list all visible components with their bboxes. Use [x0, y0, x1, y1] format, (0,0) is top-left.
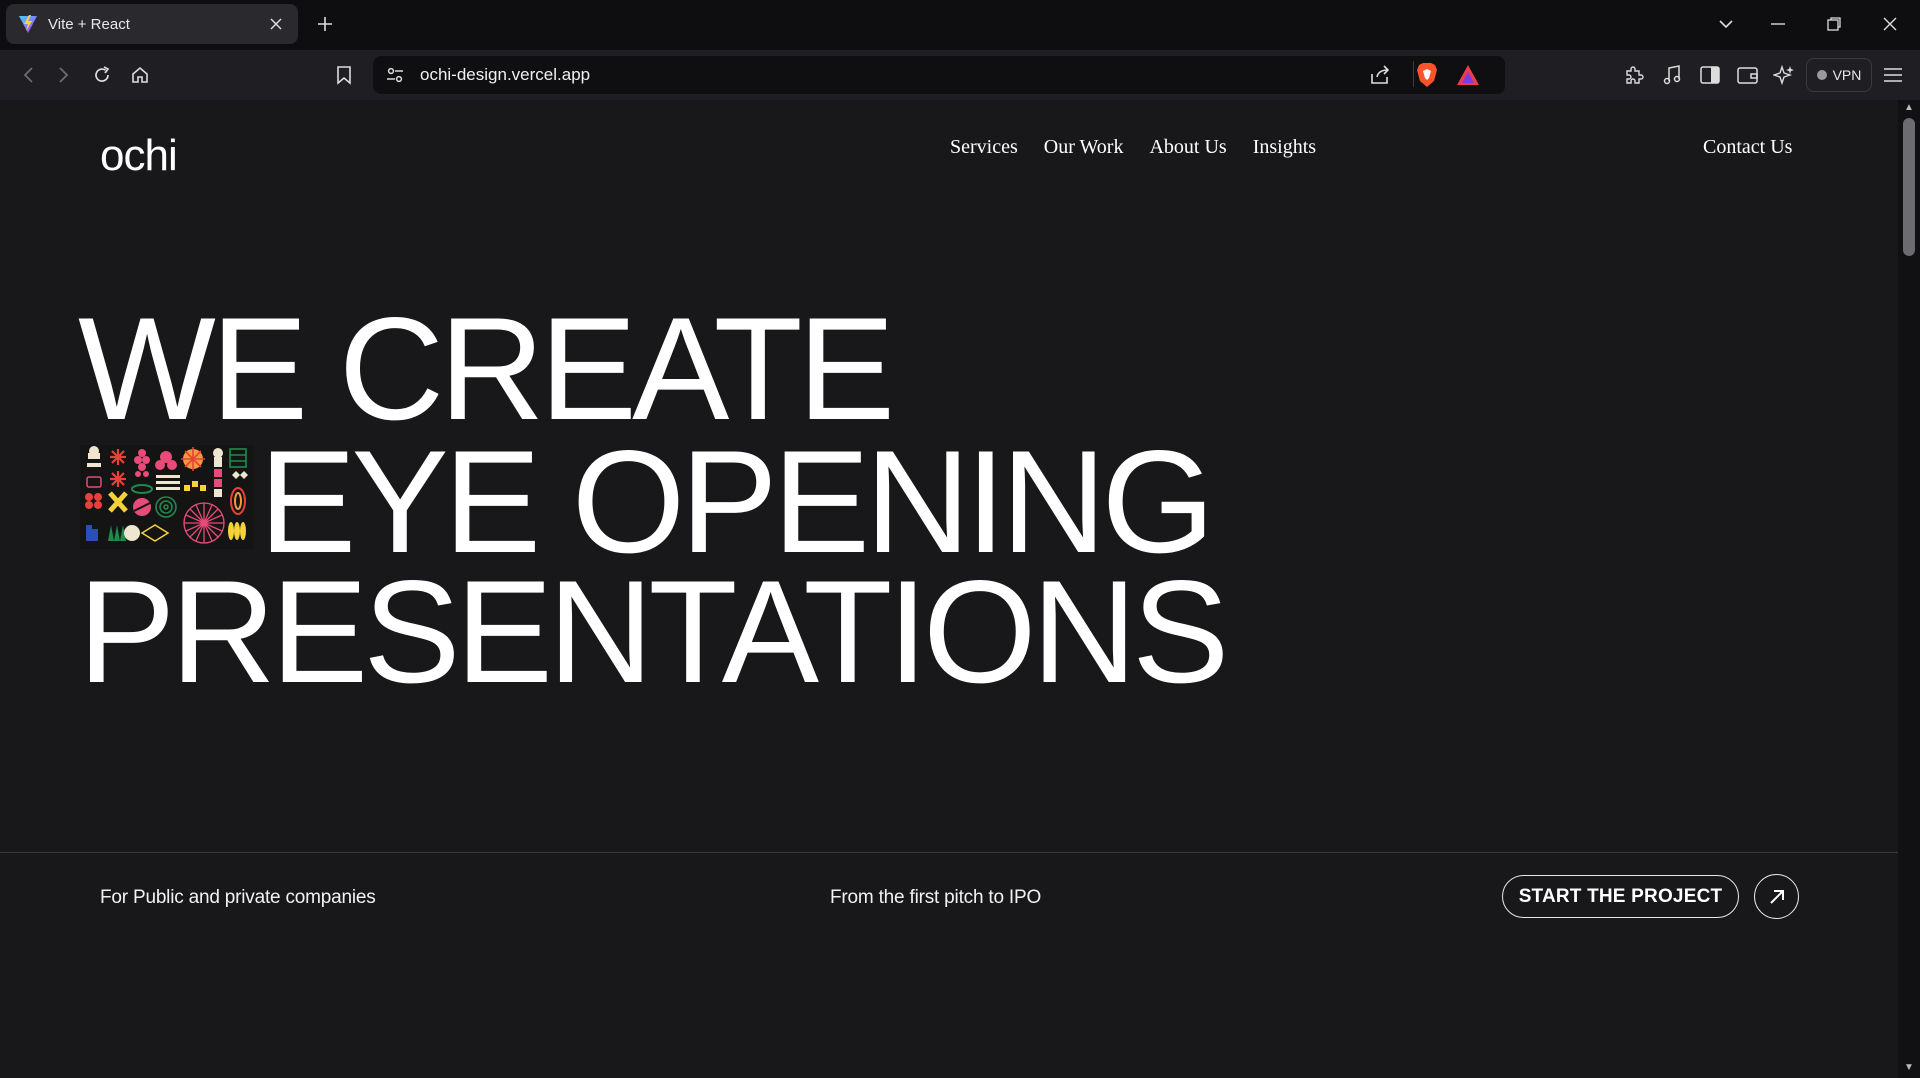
forward-icon[interactable] — [52, 63, 76, 87]
address-bar[interactable]: ochi-design.vercel.app — [373, 56, 1505, 94]
new-tab-plus-icon[interactable] — [313, 12, 337, 36]
main-nav: Services Our Work About Us Insights — [950, 136, 1342, 159]
nav-contact-us[interactable]: Contact Us — [1703, 136, 1792, 159]
minimize-icon[interactable] — [1766, 12, 1790, 36]
hero-divider — [0, 852, 1898, 853]
brave-shields-icon[interactable] — [1415, 62, 1439, 93]
start-project-arrow-button[interactable] — [1754, 874, 1799, 919]
tab-close-icon[interactable] — [266, 14, 286, 34]
page-viewport: ochi Services Our Work About Us Insights… — [0, 100, 1898, 1078]
share-icon[interactable] — [1369, 64, 1391, 91]
scroll-up-arrow-icon[interactable]: ▲ — [1903, 102, 1915, 114]
ochi-logo[interactable]: ochi — [100, 131, 178, 181]
address-bar-divider — [1413, 61, 1414, 87]
browser-tab-bar: Vite + React — [0, 0, 1920, 50]
home-icon[interactable] — [128, 63, 152, 87]
hero-pattern-image — [80, 445, 253, 549]
brave-rewards-icon[interactable] — [1456, 64, 1480, 91]
page-scrollbar[interactable]: ▲ ▼ — [1898, 100, 1920, 1078]
nav-services[interactable]: Services — [950, 136, 1018, 159]
extensions-icon[interactable] — [1622, 63, 1646, 87]
reload-icon[interactable] — [90, 63, 114, 87]
nav-about-us[interactable]: About Us — [1149, 136, 1226, 159]
logo-text: ochi — [100, 131, 178, 180]
back-icon[interactable] — [16, 63, 40, 87]
vite-favicon-icon — [19, 15, 37, 33]
tagline-public-private: For Public and private companies — [100, 887, 376, 908]
vpn-button[interactable]: VPN — [1806, 58, 1872, 92]
site-settings-icon[interactable] — [385, 65, 405, 90]
arrow-up-right-icon — [1769, 889, 1784, 904]
leo-ai-sparkle-icon[interactable] — [1772, 63, 1796, 87]
close-window-icon[interactable] — [1878, 12, 1902, 36]
media-music-icon[interactable] — [1660, 63, 1684, 87]
tab-title: Vite + React — [48, 15, 130, 33]
browser-tab[interactable]: Vite + React — [6, 4, 298, 44]
vpn-status-dot-icon — [1816, 70, 1827, 80]
url-text[interactable]: ochi-design.vercel.app — [420, 65, 590, 85]
restore-icon[interactable] — [1822, 12, 1846, 36]
nav-our-work[interactable]: Our Work — [1044, 136, 1124, 159]
vpn-label: VPN — [1832, 67, 1862, 83]
scroll-thumb[interactable] — [1903, 118, 1915, 256]
wallet-icon[interactable] — [1736, 63, 1760, 87]
bookmark-icon[interactable] — [332, 63, 356, 87]
menu-hamburger-icon[interactable] — [1881, 63, 1905, 87]
hero-line-3: PRESENTATIONS — [78, 550, 1229, 713]
scroll-down-arrow-icon[interactable]: ▼ — [1903, 1062, 1915, 1074]
tab-list-chevron-icon[interactable] — [1714, 12, 1738, 36]
nav-insights[interactable]: Insights — [1253, 136, 1316, 159]
start-project-button[interactable]: START THE PROJECT — [1502, 875, 1739, 918]
tagline-pitch-to-ipo: From the first pitch to IPO — [830, 887, 1042, 908]
sidebar-toggle-icon[interactable] — [1698, 63, 1722, 87]
